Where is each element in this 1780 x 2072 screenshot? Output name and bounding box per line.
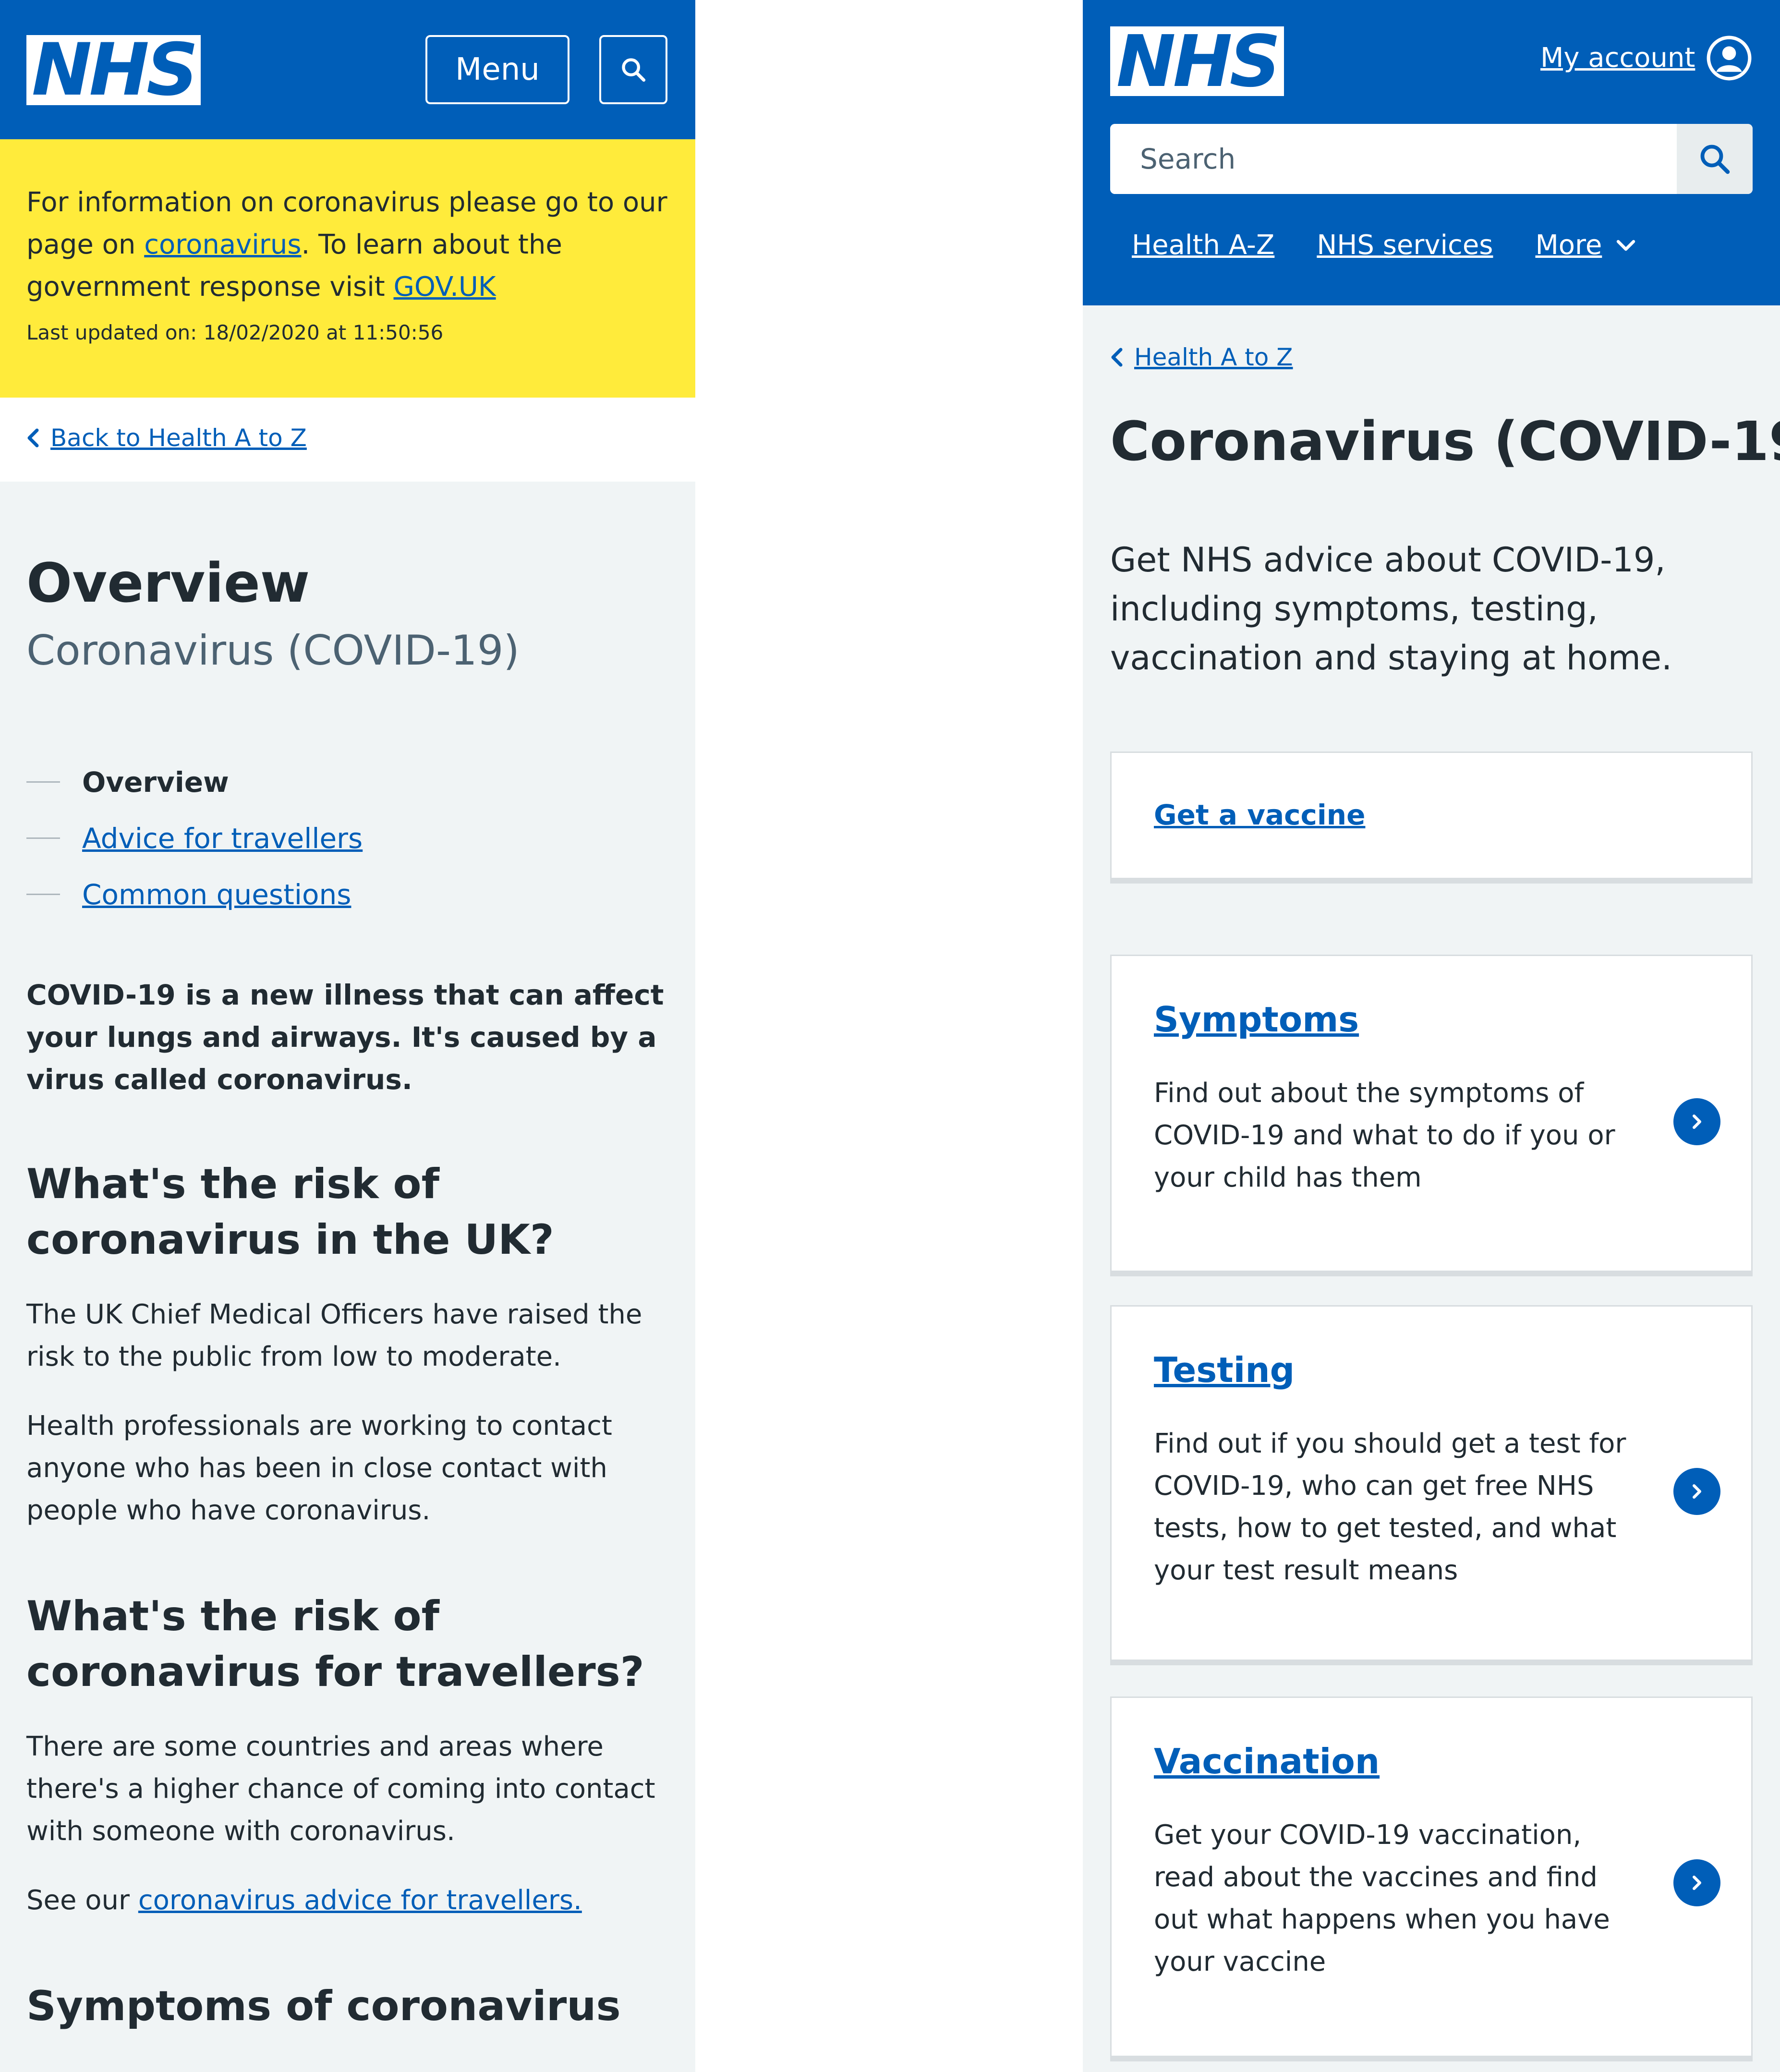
nhs-logo-text: NHS xyxy=(31,28,198,112)
paragraph: Health professionals are working to cont… xyxy=(26,1410,612,1526)
card-description: Find out if you should get a test for CO… xyxy=(1154,1428,1626,1586)
nhs-logo[interactable]: NHS xyxy=(1110,20,1284,103)
nav-nhs-services[interactable]: NHS services xyxy=(1317,230,1493,261)
nhs-logo-text: NHS xyxy=(1116,20,1281,103)
card-link[interactable]: Testing xyxy=(1154,1350,1295,1390)
search-button[interactable] xyxy=(599,35,667,104)
primary-nav: Health A-Z NHS services More xyxy=(1132,230,1679,261)
card-link[interactable]: Symptoms xyxy=(1154,999,1359,1040)
coronavirus-link[interactable]: coronavirus xyxy=(144,229,301,260)
card-link[interactable]: Get a vaccine xyxy=(1154,799,1365,831)
paragraph: The UK Chief Medical Officers have raise… xyxy=(26,1299,642,1372)
chevron-left-icon xyxy=(1111,348,1123,367)
contents-item-label: Overview xyxy=(82,765,229,799)
chevron-right-glyph xyxy=(1693,1876,1701,1890)
account-icon[interactable] xyxy=(1706,35,1753,82)
contents-dash xyxy=(26,837,60,839)
search-form xyxy=(1110,124,1753,194)
search-icon xyxy=(622,58,646,82)
contents-item-advice-for-travellers[interactable]: Advice for travellers xyxy=(26,810,363,866)
card-get-a-vaccine[interactable]: Get a vaccine xyxy=(1110,751,1753,884)
chevron-right-glyph xyxy=(1693,1484,1701,1499)
search-submit-button[interactable] xyxy=(1677,124,1753,194)
chevron-right-icon[interactable] xyxy=(1673,1098,1720,1145)
page-subtitle: Coronavirus (COVID-19) xyxy=(26,627,520,675)
menu-button[interactable]: Menu xyxy=(425,35,569,104)
heading-symptoms: Symptoms of coronavirus xyxy=(26,1982,621,2030)
nav-more-label: More xyxy=(1535,230,1602,261)
banner-text: For information on coronavirus please go… xyxy=(26,182,670,308)
page-title: Coronavirus (COVID-19) xyxy=(1110,411,1780,473)
card-link[interactable]: Vaccination xyxy=(1154,1741,1380,1781)
heading-risk-travellers: What's the risk of coronavirus for trave… xyxy=(26,1592,644,1696)
chevron-left-icon xyxy=(27,428,39,448)
nav-health-a-z[interactable]: Health A-Z xyxy=(1132,230,1274,261)
intro-paragraph: Get NHS advice about COVID-19, including… xyxy=(1110,540,1672,678)
lead-paragraph: COVID-19 is a new illness that can affec… xyxy=(26,979,664,1096)
search-input[interactable] xyxy=(1110,124,1677,194)
card-description: Find out about the symptoms of COVID-19 … xyxy=(1154,1078,1615,1193)
card-vaccination[interactable]: Vaccination Get your COVID-19 vaccinatio… xyxy=(1110,1696,1753,2061)
paragraph: See our coronavirus advice for traveller… xyxy=(26,1879,679,1922)
chevron-right-icon[interactable] xyxy=(1673,1859,1720,1906)
travellers-advice-link[interactable]: coronavirus advice for travellers. xyxy=(138,1885,582,1916)
site-header: NHS Menu xyxy=(0,0,695,139)
contents-link[interactable]: Common questions xyxy=(82,878,351,911)
site-header: NHS My account Health A-Z NHS services M… xyxy=(1083,0,1780,305)
back-bar: Back to Health A to Z xyxy=(0,398,695,482)
card-description: Get your COVID-19 vaccination, read abou… xyxy=(1154,1819,1610,1977)
heading-risk-uk: What's the risk of coronavirus in the UK… xyxy=(26,1160,554,1264)
contents-item-overview: Overview xyxy=(26,754,363,810)
coronavirus-alert-banner: For information on coronavirus please go… xyxy=(0,139,695,398)
paragraph-text: See our xyxy=(26,1885,138,1916)
chevron-down-icon xyxy=(1617,240,1635,251)
contents-dash xyxy=(26,894,60,895)
nav-more[interactable]: More xyxy=(1535,230,1636,261)
paragraph: There are some countries and areas where… xyxy=(26,1731,655,1847)
my-account-link[interactable]: My account xyxy=(1540,42,1695,73)
back-link-label: Back to Health A to Z xyxy=(50,424,307,452)
new-coronavirus-hub-page: NHS My account Health A-Z NHS services M… xyxy=(1083,0,1780,2072)
nhs-logo[interactable]: NHS xyxy=(26,28,201,112)
card-testing[interactable]: Testing Find out if you should get a tes… xyxy=(1110,1305,1753,1665)
breadcrumb-label: Health A to Z xyxy=(1134,343,1293,371)
search-icon xyxy=(1700,145,1730,174)
card-symptoms[interactable]: Symptoms Find out about the symptoms of … xyxy=(1110,955,1753,1276)
contents-item-common-questions[interactable]: Common questions xyxy=(26,866,363,922)
govuk-link[interactable]: GOV.UK xyxy=(394,271,496,303)
contents-list: Overview Advice for travellers Common qu… xyxy=(26,754,363,922)
back-link[interactable]: Back to Health A to Z xyxy=(26,424,307,452)
old-overview-page: NHS Menu For information on coronavirus … xyxy=(0,0,695,2072)
page-title: Overview xyxy=(26,552,310,615)
breadcrumb[interactable]: Health A to Z xyxy=(1110,343,1293,371)
contents-link[interactable]: Advice for travellers xyxy=(82,822,363,855)
last-updated: Last updated on: 18/02/2020 at 11:50:56 xyxy=(26,321,444,344)
contents-dash xyxy=(26,781,60,783)
chevron-right-glyph xyxy=(1693,1115,1701,1129)
chevron-right-icon[interactable] xyxy=(1673,1468,1720,1515)
